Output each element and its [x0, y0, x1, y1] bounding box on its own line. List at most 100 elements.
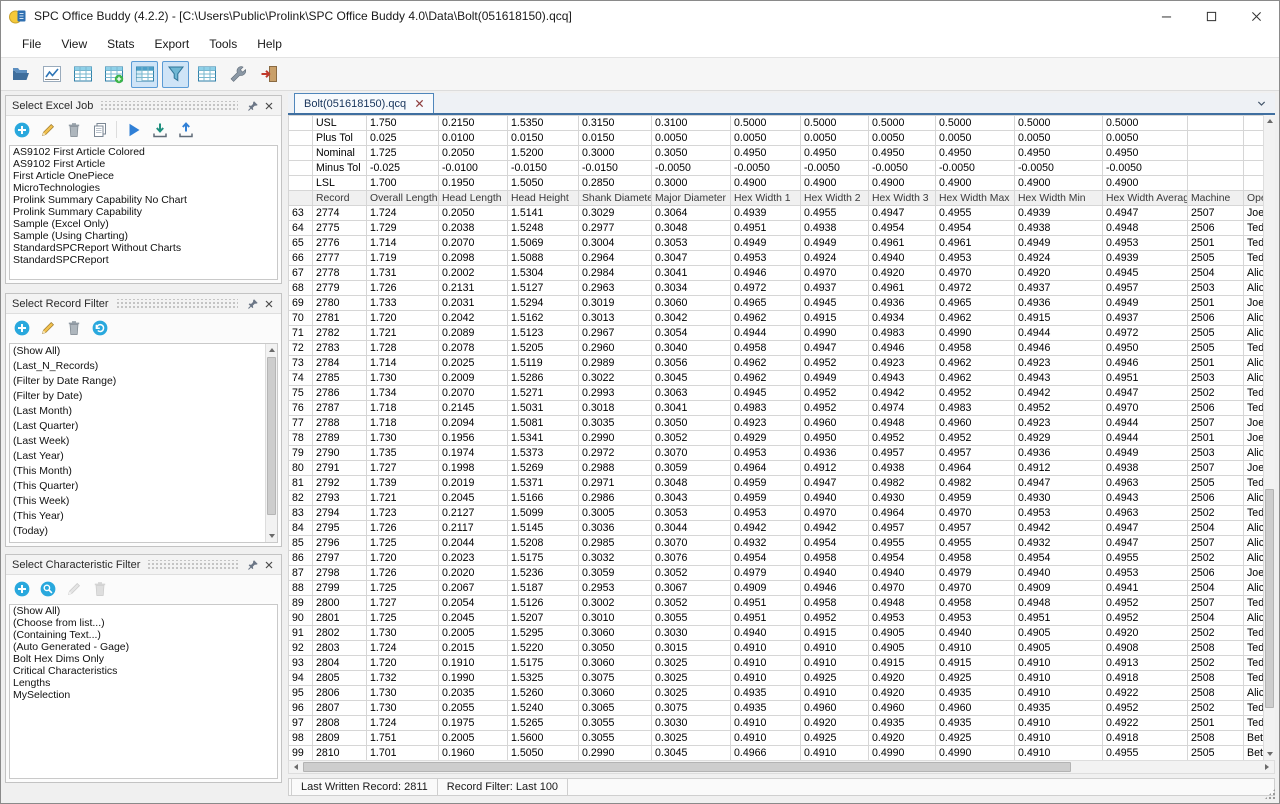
- machine-cell[interactable]: 2501: [1188, 716, 1244, 731]
- row-number-cell[interactable]: 92: [289, 641, 313, 656]
- minimize-button[interactable]: [1144, 1, 1189, 31]
- value-cell[interactable]: 0.3025: [652, 731, 731, 746]
- value-cell[interactable]: 1.730: [367, 431, 439, 446]
- value-cell[interactable]: 0.2009: [439, 371, 508, 386]
- value-cell[interactable]: 0.3029: [579, 206, 652, 221]
- value-cell[interactable]: 0.4932: [1015, 536, 1103, 551]
- list-item[interactable]: MySelection: [10, 689, 277, 701]
- value-cell[interactable]: 0.4974: [869, 401, 936, 416]
- machine-cell[interactable]: 2504: [1188, 611, 1244, 626]
- tolerance-value-cell[interactable]: 1.700: [367, 176, 439, 191]
- row-number-cell[interactable]: 99: [289, 746, 313, 761]
- value-cell[interactable]: 0.4953: [1103, 566, 1188, 581]
- panel-close-icon[interactable]: [261, 98, 277, 114]
- list-item[interactable]: (Today): [10, 524, 277, 539]
- row-number-cell[interactable]: 89: [289, 596, 313, 611]
- value-cell[interactable]: 0.3042: [652, 311, 731, 326]
- list-item[interactable]: Bolt Hex Dims Only: [10, 653, 277, 665]
- value-cell[interactable]: 0.2038: [439, 221, 508, 236]
- scroll-down-arrow[interactable]: [1264, 748, 1275, 760]
- machine-cell[interactable]: 2508: [1188, 641, 1244, 656]
- value-cell[interactable]: 1.725: [367, 581, 439, 596]
- value-cell[interactable]: 0.4936: [801, 446, 869, 461]
- value-cell[interactable]: 0.4929: [731, 431, 801, 446]
- row-number-cell[interactable]: 74: [289, 371, 313, 386]
- value-cell[interactable]: 0.4908: [1103, 641, 1188, 656]
- value-cell[interactable]: 0.3050: [579, 641, 652, 656]
- value-cell[interactable]: 0.4960: [801, 416, 869, 431]
- value-cell[interactable]: 0.4952: [936, 431, 1015, 446]
- list-item[interactable]: (Last_N_Records): [10, 359, 277, 374]
- value-cell[interactable]: 0.4954: [1015, 551, 1103, 566]
- value-cell[interactable]: 0.4910: [731, 716, 801, 731]
- value-cell[interactable]: 0.4959: [731, 491, 801, 506]
- value-cell[interactable]: 0.4934: [869, 311, 936, 326]
- record-cell[interactable]: 2776: [313, 236, 367, 251]
- value-cell[interactable]: 0.3035: [579, 416, 652, 431]
- value-cell[interactable]: 0.2025: [439, 356, 508, 371]
- operator-cell[interactable]: Ted: [1244, 341, 1264, 356]
- value-cell[interactable]: 0.4958: [801, 596, 869, 611]
- row-number-cell[interactable]: 71: [289, 326, 313, 341]
- out-of-tolerance-cell[interactable]: 0.1910: [439, 656, 508, 671]
- value-cell[interactable]: 0.4955: [1103, 551, 1188, 566]
- panel-close-icon[interactable]: [261, 557, 277, 573]
- value-cell[interactable]: 0.4952: [1015, 401, 1103, 416]
- tolerance-value-cell[interactable]: -0.0150: [508, 161, 579, 176]
- value-cell[interactable]: 0.4942: [801, 521, 869, 536]
- tolerance-value-cell[interactable]: 0.3000: [579, 146, 652, 161]
- run-job-button[interactable]: [122, 118, 145, 141]
- characteristics-view-button[interactable]: [193, 61, 220, 88]
- list-item[interactable]: (Filter by Date): [10, 389, 277, 404]
- value-cell[interactable]: 0.4922: [1103, 716, 1188, 731]
- list-item[interactable]: (Choose from list...): [10, 617, 277, 629]
- tolerance-value-cell[interactable]: 0.025: [367, 131, 439, 146]
- value-cell[interactable]: 0.4990: [801, 326, 869, 341]
- value-cell[interactable]: 0.4923: [1015, 356, 1103, 371]
- value-cell[interactable]: 0.4935: [731, 701, 801, 716]
- value-cell[interactable]: 0.4943: [869, 371, 936, 386]
- value-cell[interactable]: 0.3045: [652, 371, 731, 386]
- row-number-cell[interactable]: 95: [289, 686, 313, 701]
- value-cell[interactable]: 0.2971: [579, 476, 652, 491]
- copy-job-button[interactable]: [88, 118, 111, 141]
- value-cell[interactable]: 0.4905: [1015, 626, 1103, 641]
- value-cell[interactable]: 1.730: [367, 686, 439, 701]
- value-cell[interactable]: 0.3022: [579, 371, 652, 386]
- machine-cell[interactable]: 2506: [1188, 491, 1244, 506]
- value-cell[interactable]: 0.4960: [936, 416, 1015, 431]
- value-cell[interactable]: 0.4961: [869, 236, 936, 251]
- value-cell[interactable]: 0.4949: [801, 236, 869, 251]
- value-cell[interactable]: 0.2035: [439, 686, 508, 701]
- operator-cell[interactable]: Bet: [1244, 731, 1264, 746]
- value-cell[interactable]: 0.2990: [579, 746, 652, 761]
- value-cell[interactable]: 0.4937: [801, 281, 869, 296]
- operator-cell[interactable]: Ted: [1244, 476, 1264, 491]
- value-cell[interactable]: 0.4946: [1015, 341, 1103, 356]
- list-item[interactable]: StandardSPCReport: [10, 254, 277, 266]
- value-cell[interactable]: 0.4910: [1015, 686, 1103, 701]
- value-cell[interactable]: 0.4958: [801, 551, 869, 566]
- list-item[interactable]: (Show All): [10, 344, 277, 359]
- value-cell[interactable]: 0.2990: [579, 431, 652, 446]
- operator-cell[interactable]: Joe: [1244, 206, 1264, 221]
- tolerance-value-cell[interactable]: 0.3150: [579, 116, 652, 131]
- record-cell[interactable]: 2807: [313, 701, 367, 716]
- machine-cell[interactable]: 2506: [1188, 221, 1244, 236]
- machine-cell[interactable]: 2506: [1188, 311, 1244, 326]
- value-cell[interactable]: 0.3048: [652, 221, 731, 236]
- tolerance-value-cell[interactable]: -0.0050: [1015, 161, 1103, 176]
- machine-cell[interactable]: 2505: [1188, 341, 1244, 356]
- machine-cell[interactable]: 2507: [1188, 596, 1244, 611]
- value-cell[interactable]: 0.4947: [1103, 521, 1188, 536]
- record-cell[interactable]: 2806: [313, 686, 367, 701]
- scroll-thumb[interactable]: [267, 357, 276, 515]
- value-cell[interactable]: 0.4910: [1015, 671, 1103, 686]
- operator-cell[interactable]: Alic: [1244, 521, 1264, 536]
- value-cell[interactable]: 0.4972: [731, 281, 801, 296]
- value-cell[interactable]: 0.4920: [1103, 626, 1188, 641]
- row-number-cell[interactable]: 66: [289, 251, 313, 266]
- exit-button[interactable]: [255, 61, 282, 88]
- value-cell[interactable]: 0.4957: [936, 521, 1015, 536]
- value-cell[interactable]: 0.2964: [579, 251, 652, 266]
